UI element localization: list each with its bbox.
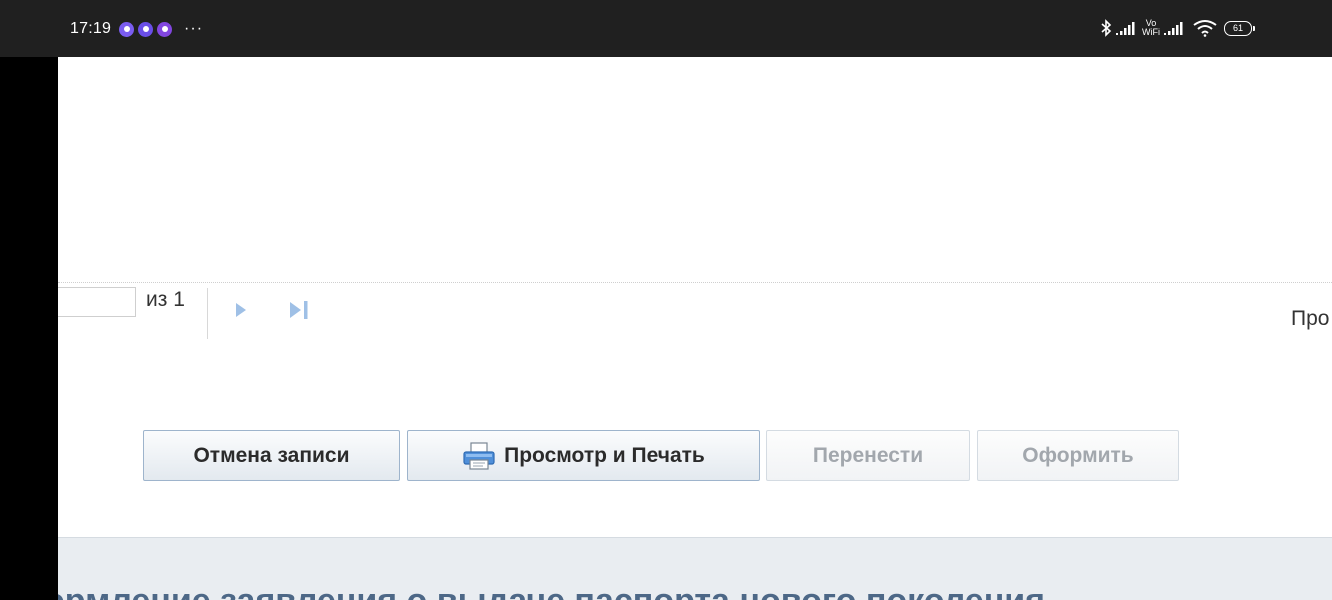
- notification-icon: [157, 21, 173, 37]
- cancel-booking-button[interactable]: Отмена записи: [143, 430, 400, 481]
- cancel-booking-label: Отмена записи: [193, 443, 350, 467]
- more-notifications-icon: ···: [184, 20, 204, 37]
- signal-icon: [1116, 22, 1135, 35]
- status-bar: 17:19 ··· Vo WiFi 61: [0, 0, 1332, 57]
- clock: 17:19: [70, 20, 112, 37]
- messenger-icon: [138, 21, 154, 37]
- battery-icon: 61: [1224, 20, 1255, 36]
- vowifi-bottom: WiFi: [1142, 27, 1160, 37]
- page-count-label: из 1: [146, 288, 185, 311]
- submit-application-label: Оформить: [1022, 443, 1134, 467]
- pager-info-label: Про: [1291, 307, 1330, 330]
- next-page-icon[interactable]: [233, 300, 249, 320]
- messenger-icon: [119, 21, 135, 37]
- submit-application-button[interactable]: Оформить: [977, 430, 1179, 481]
- reschedule-button[interactable]: Перенести: [766, 430, 970, 481]
- pager-separator: [207, 288, 208, 339]
- phone-screen: 17:19 ··· Vo WiFi 61 из 1 Про Отмена зап…: [0, 0, 1332, 600]
- web-page: из 1 Про Отмена записи Просмотр и Печать: [58, 57, 1332, 600]
- status-bar-right: Vo WiFi 61: [1100, 15, 1255, 41]
- bluetooth-icon: [1101, 19, 1112, 37]
- wifi-icon: [1193, 20, 1217, 37]
- vowifi-indicator: Vo WiFi: [1142, 19, 1160, 37]
- section-heading: ормление заявления о выдаче паспорта нов…: [58, 582, 1045, 600]
- preview-print-button[interactable]: Просмотр и Печать: [407, 430, 760, 481]
- status-bar-left: 17:19 ···: [70, 18, 203, 40]
- last-page-icon[interactable]: [288, 299, 312, 321]
- preview-print-label: Просмотр и Печать: [504, 443, 705, 467]
- section-header-panel: ормление заявления о выдаче паспорта нов…: [58, 537, 1332, 600]
- signal-icon: [1164, 22, 1183, 35]
- pager-divider: [58, 282, 1332, 283]
- page-number-input[interactable]: [58, 287, 136, 317]
- printer-icon: [463, 441, 495, 470]
- reschedule-label: Перенести: [812, 443, 924, 467]
